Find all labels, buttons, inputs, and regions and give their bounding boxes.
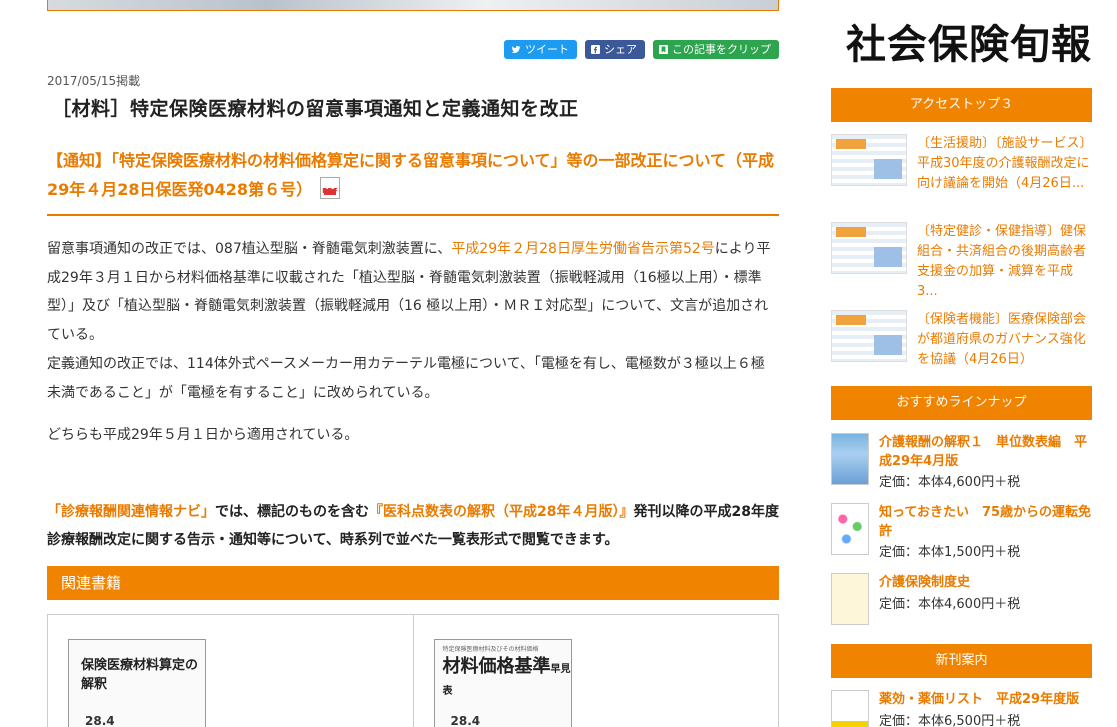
bookmark-icon: [659, 45, 668, 54]
recommend-item-title[interactable]: 介護保険制度史: [879, 573, 1092, 592]
related-book-2[interactable]: 特定保険医療材料及びその材料価格 材料価格基準早見表 28.4: [414, 615, 779, 727]
tweet-label: ツイート: [525, 43, 569, 56]
access-item[interactable]: 〔保険者機能〕医療保険部会が都道府県のガバナンス強化を協議（4月26日）: [831, 310, 1092, 380]
related-books-heading: 関連書籍: [47, 566, 779, 600]
book-cover[interactable]: 保険医療材料算定の解釈 28.4: [68, 639, 206, 727]
access-top3-heading: アクセストップ３: [831, 88, 1092, 122]
paragraph-3: どちらも平成29年５月１日から適用されている。: [47, 427, 359, 443]
facebook-share-button[interactable]: シェア: [585, 40, 645, 59]
recommend-item-price: 定価：本体4,600円＋税: [879, 597, 1021, 612]
notice-text: 【通知】「特定保険医療材料の材料価格算定に関する留意事項について」等の一部改正に…: [47, 151, 775, 199]
recommend-item-title[interactable]: 介護報酬の解釈１ 単位数表編 平成29年4月版: [879, 433, 1092, 471]
tweet-button[interactable]: ツイート: [504, 40, 577, 59]
book-cover-title-main: 材料価格基準: [442, 656, 551, 677]
article-thumbnail[interactable]: [831, 310, 907, 362]
twitter-bird-icon: [511, 45, 521, 54]
clip-label: この記事をクリップ: [672, 43, 771, 56]
recommend-item-title[interactable]: 知っておきたい 75歳からの運転免許: [879, 503, 1092, 541]
book-thumbnail[interactable]: [831, 573, 869, 625]
access-item-title[interactable]: 〔保険者機能〕医療保険部会が都道府県のガバナンス強化を協議（4月26日）: [917, 310, 1092, 370]
book-cover-title: 材料価格基準早見表: [443, 652, 571, 699]
recommend-item-price: 定価：本体1,500円＋税: [879, 545, 1021, 560]
paragraph-2: 定義通知の改正では、114体外式ペースメーカー用カテーテル電極について、「電極を…: [47, 356, 765, 401]
access-item-title[interactable]: 〔特定健診・保健指導〕健保組合・共済組合の後期高齢者支援金の加算・減算を平成3.…: [917, 222, 1092, 302]
recommend-item-price: 定価：本体4,600円＋税: [879, 475, 1021, 490]
article-title: ［材料］特定保険医療材料の留意事項通知と定義通知を改正: [52, 98, 579, 120]
facebook-label: シェア: [604, 43, 637, 56]
access-item[interactable]: 〔特定健診・保健指導〕健保組合・共済組合の後期高齢者支援金の加算・減算を平成3.…: [831, 222, 1092, 299]
p1-text-before: 留意事項通知の改正では、087植込型脳・脊髄電気刺激装置に、: [47, 241, 452, 257]
book-thumbnail[interactable]: [831, 433, 869, 485]
book-cover-number: 28.4: [450, 714, 481, 727]
share-buttons: ツイート シェア この記事をクリップ: [504, 40, 779, 59]
notification-52-link[interactable]: 平成29年２月28日厚生労働省告示第52号: [451, 241, 714, 257]
new-release-price: 定価：本体6,500円＋税: [879, 714, 1021, 727]
clip-article-button[interactable]: この記事をクリップ: [653, 40, 779, 59]
recommend-heading: おすすめラインナップ: [831, 386, 1092, 420]
related-book-1[interactable]: 保険医療材料算定の解釈 28.4: [48, 615, 414, 727]
book-cover-number: 28.4: [85, 714, 115, 727]
book-link[interactable]: 『医科点数表の解釈（平成28年４月版）』: [369, 504, 633, 520]
access-item[interactable]: 〔生活援助〕〔施設サービス〕平成30年度の介護報酬改定に向け議論を開始（4月26…: [831, 134, 1092, 204]
navi-paragraph: 「診療報酬関連情報ナビ」では、標記のものを含む『医科点数表の解釈（平成28年４月…: [47, 498, 779, 554]
related-books-grid: 保険医療材料算定の解釈 28.4 特定保険医療材料及びその材料価格 材料価格基準…: [47, 614, 779, 727]
navi-mid-text: では、標記のものを含む: [215, 504, 369, 520]
hero-image: [47, 0, 779, 11]
paragraph-1: 留意事項通知の改正では、087植込型脳・脊髄電気刺激装置に、平成29年２月28日…: [47, 235, 777, 349]
notice-link[interactable]: 【通知】「特定保険医療材料の材料価格算定に関する留意事項について」等の一部改正に…: [47, 146, 779, 216]
new-releases-heading: 新刊案内: [831, 644, 1092, 678]
facebook-icon: [591, 45, 600, 54]
book-thumbnail[interactable]: [831, 690, 869, 727]
article-thumbnail[interactable]: [831, 134, 907, 186]
book-cover-title: 保険医療材料算定の解釈: [81, 658, 199, 692]
site-logo[interactable]: 社会保険旬報: [846, 12, 1092, 70]
new-release-title[interactable]: 薬効・薬価リスト 平成29年度版: [879, 690, 1092, 709]
pdf-icon[interactable]: PDF: [320, 177, 341, 199]
book-thumbnail[interactable]: [831, 503, 869, 555]
book-cover[interactable]: 特定保険医療材料及びその材料価格 材料価格基準早見表 28.4: [433, 639, 572, 727]
article-thumbnail[interactable]: [831, 222, 907, 274]
navi-link[interactable]: 「診療報酬関連情報ナビ」: [47, 504, 215, 520]
access-item-title[interactable]: 〔生活援助〕〔施設サービス〕平成30年度の介護報酬改定に向け議論を開始（4月26…: [917, 134, 1092, 194]
publish-date: 2017/05/15掲載: [47, 74, 141, 88]
